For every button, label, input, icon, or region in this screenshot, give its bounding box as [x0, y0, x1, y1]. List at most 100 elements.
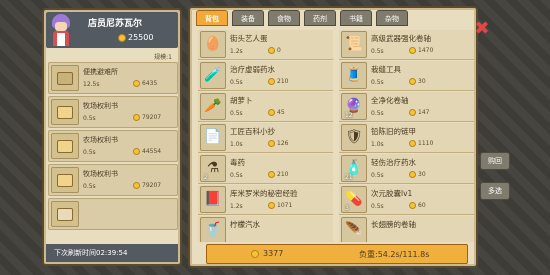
shop-item[interactable]: 牧场权利书 0.5s 79207 — [48, 96, 178, 128]
item-time: 0.5s — [230, 110, 243, 117]
backpack-footer: 3377 负重:54.2s/111.8s — [206, 244, 468, 264]
item-price: 45 — [268, 109, 285, 116]
item-name: 工匠百科小抄 — [230, 127, 275, 136]
shop-item[interactable]: 牧场权利书 0.5s 79207 — [48, 164, 178, 196]
shop-item-name: 农场权利书 — [83, 136, 118, 144]
coin-icon — [133, 148, 140, 155]
scroll-icon: 📜 — [341, 31, 367, 58]
wing-scroll-icon: 🪶 — [341, 217, 367, 242]
shopkeeper-name: 店员尼苏瓦尔 — [88, 19, 143, 29]
item-time: 1.0s — [230, 141, 243, 148]
coin-icon — [409, 171, 416, 178]
coin-icon — [268, 140, 275, 147]
item-time: 0.5s — [371, 79, 384, 86]
backpack-item[interactable]: 💊 3 次元胶囊lv1 0.5s 60 — [339, 185, 474, 215]
poison-icon: ⚗ 2 — [200, 155, 226, 182]
item-name: 轻伤治疗药水 — [371, 158, 416, 167]
item-price: 0 — [268, 47, 281, 54]
tab-0[interactable]: 背包 — [196, 10, 228, 26]
backpack-grid: 🥚 街头艺人蛋 1.2s 0 📜 高级武器强化卷轴 0.5s 1470 🧪 治疗虚弱药水 0.5s 2… — [198, 30, 474, 242]
backpack-item[interactable]: 🥚 街头艺人蛋 1.2s 0 — [198, 30, 333, 60]
coin-icon — [409, 78, 416, 85]
coin-icon — [268, 202, 275, 209]
item-price: 30 — [409, 171, 426, 178]
shopkeeper-avatar — [50, 14, 72, 46]
item-price: 147 — [409, 109, 429, 116]
tab-1[interactable]: 装备 — [232, 10, 264, 26]
weight-display: 负重:54.2s/111.8s — [359, 250, 430, 259]
backpack-item[interactable]: 📕 库米罗米的秘密经验 1.2s 1071 — [198, 185, 333, 215]
shop-item[interactable]: 农场权利书 0.5s 44554 — [48, 130, 178, 162]
coin-icon — [268, 109, 275, 116]
item-name: 全净化卷轴 — [371, 96, 409, 105]
book-icon — [51, 201, 79, 227]
item-name: 柠檬汽水 — [230, 220, 260, 229]
item-time: 1.2s — [230, 203, 243, 210]
shop-coins: 25500 — [118, 33, 153, 42]
item-time: 0.5s — [371, 203, 384, 210]
coin-icon — [251, 249, 259, 258]
backpack-item[interactable]: 🔮 12 全净化卷轴 0.5s 147 — [339, 92, 474, 122]
item-count: 2 — [204, 174, 208, 181]
close-icon[interactable]: ✖ — [473, 20, 491, 38]
shop-item-time: 0.5s — [83, 115, 96, 122]
buyback-button[interactable]: 购回 — [480, 152, 510, 170]
item-name: 栽缝工具 — [371, 65, 401, 74]
armor-icon: 🛡 — [341, 124, 367, 151]
backpack-item[interactable]: 🧵 栽缝工具 0.5s 30 — [339, 61, 474, 91]
tab-3[interactable]: 药剂 — [304, 10, 336, 26]
item-time: 0.5s — [371, 110, 384, 117]
sewing-tool-icon: 🧵 — [341, 62, 367, 89]
tab-4[interactable]: 书籍 — [340, 10, 372, 26]
item-name: 长翅膀的卷轴 — [371, 220, 416, 229]
item-count: 3 — [345, 205, 349, 212]
backpack-item[interactable]: 🪶 长翅膀的卷轴 — [339, 216, 474, 242]
potion-icon: 🧪 — [200, 62, 226, 89]
category-tabs: 背包 装备 食物 药剂 书籍 杂物 — [196, 10, 408, 28]
item-name: 铅陈旧的链甲 — [371, 127, 416, 136]
coin-icon — [409, 202, 416, 209]
soda-icon: 🥤 — [200, 217, 226, 242]
shop-item-name: 牧场权利书 — [83, 102, 118, 110]
item-price: 210 — [268, 171, 288, 178]
shop-item-time: 0.5s — [83, 149, 96, 156]
shop-item-price: 6435 — [133, 80, 157, 87]
item-name: 治疗虚弱药水 — [230, 65, 275, 74]
backpack-item[interactable]: 🧴 21 轻伤治疗药水 0.5s 30 — [339, 154, 474, 184]
backpack-item[interactable]: ⚗ 2 毒药 0.5s 210 — [198, 154, 333, 184]
item-name: 次元胶囊lv1 — [371, 189, 413, 198]
purify-scroll-icon: 🔮 12 — [341, 93, 367, 120]
backpack-item[interactable]: 🥤 柠檬汽水 — [198, 216, 333, 242]
backpack-item[interactable]: 🥕 胡萝卜 0.5s 45 — [198, 92, 333, 122]
item-count: 21 — [345, 174, 353, 181]
gold-display: 3377 — [251, 249, 283, 258]
shop-item-price: 79207 — [133, 182, 161, 189]
deed-scroll-icon — [51, 99, 79, 125]
item-count: 12 — [345, 112, 353, 119]
coin-icon — [268, 171, 275, 178]
item-price: 1470 — [409, 47, 433, 54]
shop-item-list: 便携避难所 12.5s 6435 牧场权利书 0.5s 79207 农场权利书 … — [48, 62, 178, 232]
item-time: 0.5s — [371, 172, 384, 179]
coin-icon — [133, 114, 140, 121]
coin-icon — [268, 47, 275, 54]
shop-item[interactable]: 便携避难所 12.5s 6435 — [48, 62, 178, 94]
backpack-item[interactable]: 🧪 治疗虚弱药水 0.5s 210 — [198, 61, 333, 91]
backpack-panel: 背包 装备 食物 药剂 书籍 杂物 🥚 街头艺人蛋 1.2s 0 📜 高级武器强化卷轴 0.5s 147… — [188, 6, 478, 268]
item-price: 210 — [268, 78, 288, 85]
backpack-item[interactable]: 📜 高级武器强化卷轴 0.5s 1470 — [339, 30, 474, 60]
shop-scale: 规模:1 — [154, 54, 172, 61]
shop-item-time: 0.5s — [83, 183, 96, 190]
backpack-item[interactable]: 🛡 铅陈旧的链甲 1.0s 1110 — [339, 123, 474, 153]
backpack-item[interactable]: 📄 工匠百科小抄 1.0s 126 — [198, 123, 333, 153]
multi-select-button[interactable]: 多选 — [480, 182, 510, 200]
refresh-timer: 下次刷新时间02:39:54 — [46, 244, 178, 262]
shop-panel: 店员尼苏瓦尔 25500 规模:1 便携避难所 12.5s 6435 牧场权利书… — [42, 8, 182, 266]
tab-2[interactable]: 食物 — [268, 10, 300, 26]
shop-item-name: 便携避难所 — [83, 68, 118, 76]
item-time: 0.5s — [371, 48, 384, 55]
coin-icon — [409, 109, 416, 116]
note-icon: 📄 — [200, 124, 226, 151]
tab-5[interactable]: 杂物 — [376, 10, 408, 26]
item-name: 街头艺人蛋 — [230, 34, 268, 43]
